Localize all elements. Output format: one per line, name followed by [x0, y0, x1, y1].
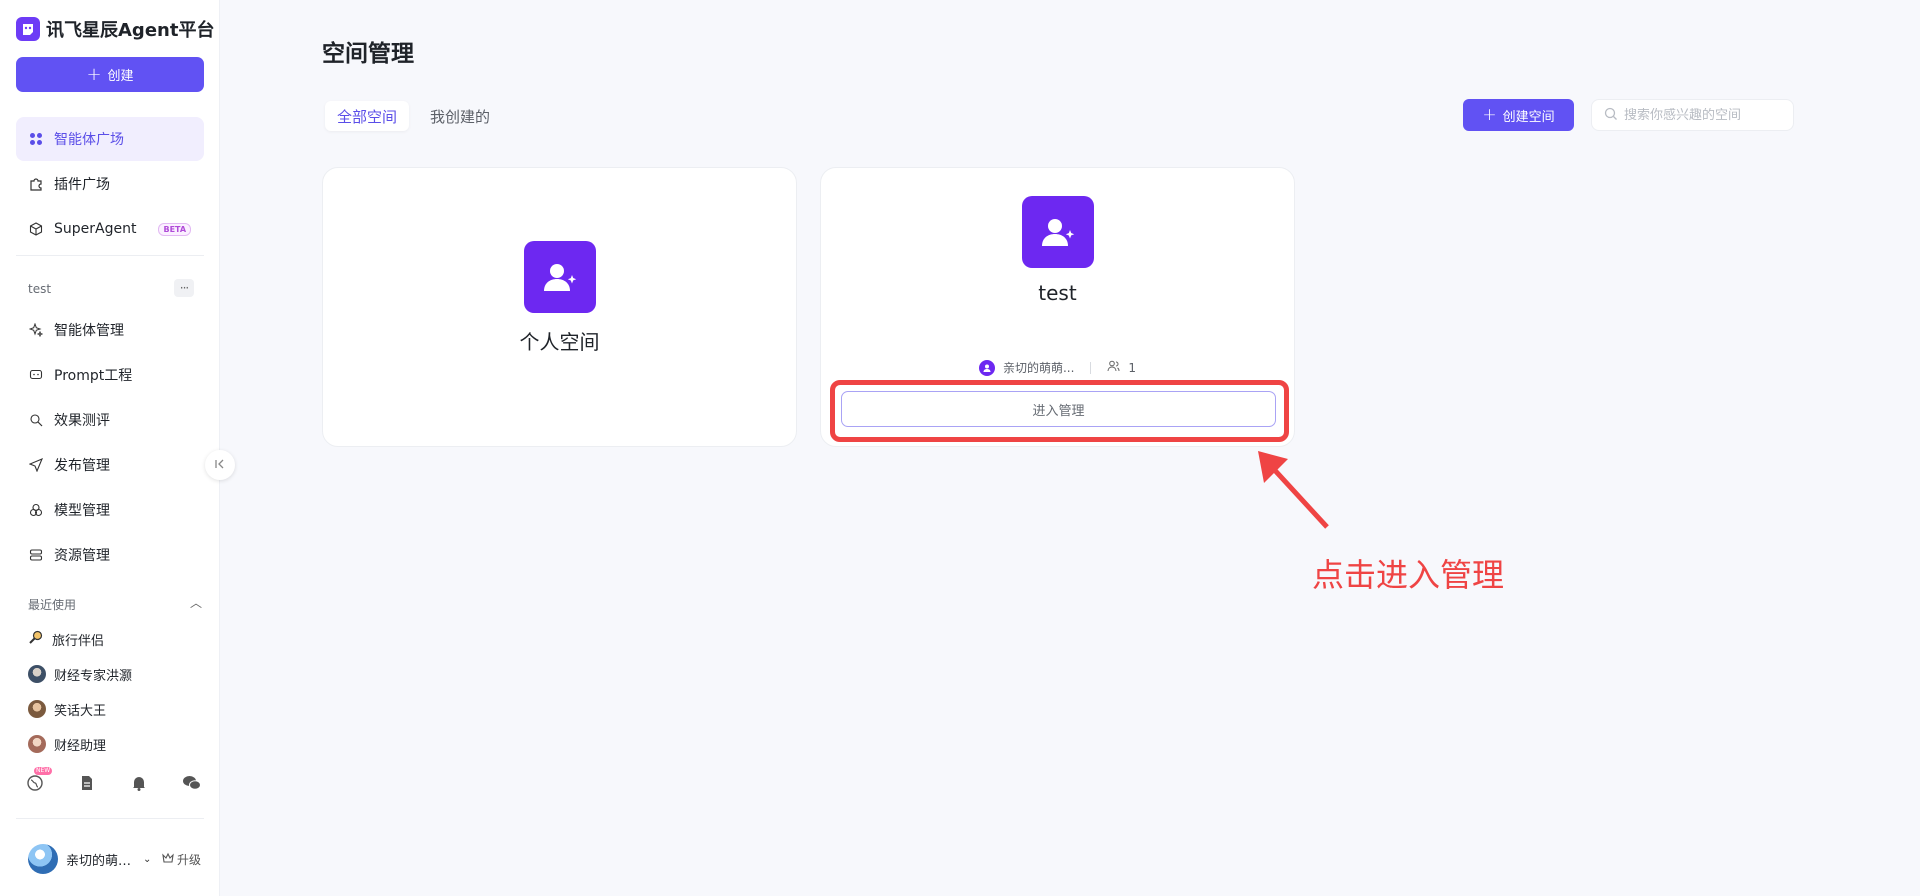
brand-logo-icon	[16, 17, 40, 41]
user-name: 亲切的萌…	[66, 853, 132, 869]
nav-item-resource[interactable]: 资源管理	[16, 533, 204, 577]
beta-badge: BETA	[158, 222, 192, 236]
workspace-name: test	[28, 282, 52, 296]
recent-item-label: 财经专家洪灏	[54, 668, 133, 684]
send-icon	[28, 457, 44, 473]
prompt-icon	[28, 367, 44, 383]
upgrade-label: 升级	[177, 853, 202, 867]
crown-icon	[162, 852, 174, 867]
create-button-label: 创建	[107, 69, 134, 84]
recent-item-label: 旅行伴侣	[52, 633, 105, 649]
sparkle-icon	[28, 322, 44, 338]
members-icon	[1107, 360, 1120, 375]
tab-all-spaces[interactable]: 全部空间	[325, 101, 410, 131]
chevron-down-icon: ⌄	[143, 853, 152, 865]
avatar	[28, 735, 46, 753]
nav-item-label: Prompt工程	[54, 368, 133, 384]
avatar	[28, 665, 46, 683]
create-button[interactable]: + 创建	[16, 57, 204, 92]
nav-item-label: 发布管理	[54, 458, 110, 474]
plus-icon: +	[86, 63, 102, 85]
wechat-icon[interactable]	[182, 774, 201, 792]
nav-item-evaluate[interactable]: 效果测评	[16, 398, 204, 442]
space-name: 个人空间	[519, 330, 600, 354]
user-profile[interactable]: 亲切的萌… ⌄	[28, 844, 151, 874]
upgrade-button[interactable]: 升级	[162, 851, 201, 868]
space-meta: 亲切的萌萌... 1	[821, 359, 1294, 376]
cube-icon	[28, 221, 44, 237]
grid-icon	[28, 131, 44, 147]
recent-item-label: 财经助理	[54, 738, 107, 754]
search-box	[1591, 99, 1794, 131]
collapse-sidebar-button[interactable]	[205, 450, 235, 480]
nav-item-agent-manage[interactable]: 智能体管理	[16, 308, 204, 352]
nav-item-agent-square[interactable]: 智能体广场	[16, 117, 204, 161]
recent-item-finance-assistant[interactable]: 财经助理	[28, 733, 106, 755]
plus-icon: +	[1482, 105, 1497, 125]
nav-item-label: 智能体管理	[54, 323, 124, 339]
nav-item-label: 效果测评	[54, 413, 110, 429]
recent-item-joke-king[interactable]: 笑话大王	[28, 698, 106, 720]
search-icon	[1604, 106, 1618, 125]
search-input[interactable]	[1624, 107, 1784, 123]
nav-item-label: 插件广场	[54, 177, 110, 193]
sidebar: 讯飞星辰Agent平台 + 创建 智能体广场 插件广场 SuperAgent B…	[0, 0, 220, 896]
nav-item-plugin-square[interactable]: 插件广场	[16, 162, 204, 206]
space-name: test	[1038, 281, 1077, 305]
resource-icon	[28, 547, 44, 563]
model-icon	[28, 502, 44, 518]
annotation-callout: 点击进入管理	[1312, 556, 1505, 594]
brand-title: 讯飞星辰Agent平台	[46, 20, 215, 41]
recent-item-travel[interactable]: 旅行伴侣	[28, 628, 104, 650]
owner-avatar-icon	[978, 359, 995, 376]
magnifier-icon	[28, 629, 44, 649]
space-card-personal[interactable]: 个人空间	[322, 167, 797, 447]
nav-item-label: SuperAgent	[54, 221, 137, 237]
bottom-toolbar: NEW	[26, 767, 201, 792]
recent-title: 最近使用	[28, 598, 77, 612]
nav-item-label: 智能体广场	[54, 132, 124, 148]
app-root: 讯飞星辰Agent平台 + 创建 智能体广场 插件广场 SuperAgent B…	[0, 0, 1920, 896]
avatar	[28, 844, 58, 874]
new-badge: NEW	[34, 767, 53, 775]
meta-divider	[1090, 361, 1092, 374]
recent-item-label: 笑话大王	[54, 703, 107, 719]
sidebar-divider	[16, 255, 204, 256]
page-title: 空间管理	[322, 41, 414, 67]
user-star-icon	[1022, 196, 1094, 268]
nav-item-model[interactable]: 模型管理	[16, 488, 204, 532]
chevron-up-icon[interactable]: ︿	[190, 594, 202, 611]
nav-item-publish[interactable]: 发布管理	[16, 443, 204, 487]
highlight-box	[830, 380, 1289, 442]
brand[interactable]: 讯飞星辰Agent平台	[16, 16, 214, 42]
tab-my-created[interactable]: 我创建的	[418, 101, 502, 131]
avatar	[28, 700, 46, 718]
nav-item-label: 模型管理	[54, 503, 110, 519]
nav-item-label: 资源管理	[54, 548, 110, 564]
evaluate-icon	[28, 412, 44, 428]
user-star-icon	[524, 241, 596, 313]
bell-icon[interactable]	[130, 774, 148, 792]
sidebar-divider	[16, 818, 204, 819]
nav-item-prompt[interactable]: Prompt工程	[16, 353, 204, 397]
document-icon[interactable]	[78, 774, 96, 792]
collapse-left-icon	[214, 458, 226, 473]
nav-item-superagent[interactable]: SuperAgent BETA	[16, 207, 204, 251]
recent-item-finance-expert[interactable]: 财经专家洪灏	[28, 663, 132, 685]
create-space-label: 创建空间	[1502, 109, 1555, 125]
member-count: 1	[1128, 360, 1137, 375]
workspace-more-button[interactable]: ···	[174, 279, 194, 297]
create-space-button[interactable]: + 创建空间	[1463, 99, 1574, 131]
space-owner: 亲切的萌萌...	[1002, 361, 1075, 375]
puzzle-icon	[28, 176, 44, 192]
annotation-arrow-icon	[1258, 451, 1329, 529]
globe-icon[interactable]: NEW	[26, 767, 53, 792]
